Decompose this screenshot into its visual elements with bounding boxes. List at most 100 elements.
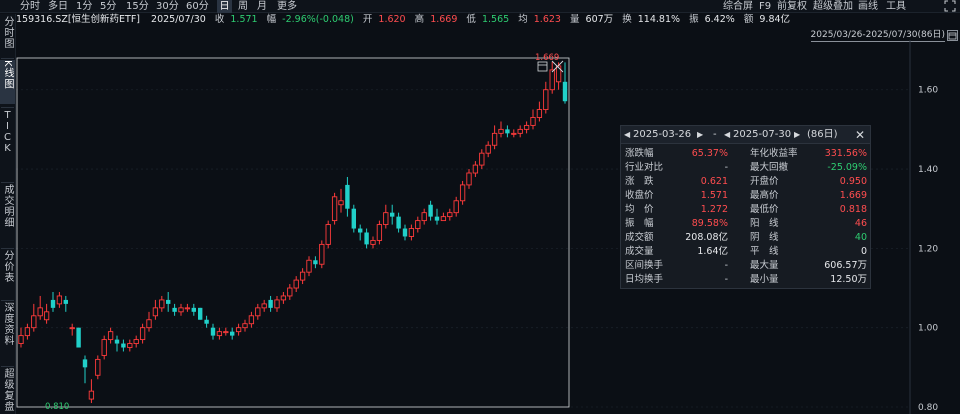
quote-date: 2025/07/30 [151,14,206,25]
amount-value: 9.84亿 [759,14,791,25]
range-stats-panel: ◀ 2025-03-26 ▶ - ◀ 2025-07-30 ▶ (86日) ✕ … [620,125,871,289]
selection-maximize-icon[interactable] [537,61,548,72]
stats-label: 振 幅 [625,218,654,229]
stats-row: 涨跌幅 65.37% 年化收益率 331.56% [621,148,870,160]
period-tab-30min[interactable]: 30分 [156,0,179,13]
range-end-date[interactable]: 2025-07-30 [733,126,791,144]
expand-icon[interactable] [944,0,956,13]
candle [24,323,31,340]
stats-value: 12.50万 [830,274,867,285]
tools-button[interactable]: 工具 [886,0,906,13]
stats-label: 涨 跌 [625,176,654,187]
stats-label: 最小量 [750,274,779,285]
candle [268,295,273,312]
low-label: 低 [466,14,476,25]
stats-label: 涨跌幅 [625,148,654,159]
candle [133,335,139,348]
candle [421,208,427,225]
close-icon[interactable]: ✕ [855,126,865,144]
stats-label: 行业对比 [625,162,664,173]
draw-line-button[interactable]: 画线 [858,0,878,13]
candle [549,61,555,94]
candle [364,228,369,249]
range-selection-box[interactable] [16,57,570,408]
candle [299,268,306,285]
period-tab-15min[interactable]: 15分 [126,0,149,13]
change-label: 幅 [266,14,277,25]
candle [101,335,107,360]
period-tab-more[interactable]: 更多 [277,0,297,13]
candle [459,180,466,205]
sidebar-item-price-table[interactable]: 分价表 [0,250,15,296]
candle [428,200,433,221]
candle [466,169,472,189]
stats-label: 成交额 [625,232,654,243]
candle [121,339,126,352]
period-tab-week[interactable]: 周 [238,0,248,13]
stats-value: 1.272 [700,204,728,215]
candle [127,339,133,352]
candle [146,311,152,332]
period-tab-60min[interactable]: 60分 [186,0,209,13]
candle [370,236,376,249]
super-overlay-button[interactable]: 超级叠加 [813,0,853,13]
close-label: 收 [214,14,225,25]
candle [293,276,299,292]
candle [69,323,75,336]
f9-button[interactable]: F9 [759,0,771,13]
candle [485,141,491,158]
high-label: 高 [414,14,425,25]
candle [434,208,440,225]
amplitude-value: 6.42% [704,14,735,25]
candle [242,319,248,332]
candle [82,355,88,384]
stats-label: 日均换手 [625,274,664,285]
amplitude-label: 振 [689,14,699,25]
y-axis: 1.60 1.40 1.20 1.00 0.80 [909,40,938,414]
y-tick-label: 1.00 [918,324,938,334]
composite-screen-button[interactable]: 综合屏 [723,0,753,13]
sidebar-item-tick[interactable]: TICK [0,110,15,180]
candle [331,192,338,225]
open-value: 1.620 [378,14,406,25]
stats-value: 65.37% [691,148,728,159]
period-tab-multiday[interactable]: 多日 [48,0,68,13]
prev-end-arrow-icon[interactable]: ◀ [724,126,730,144]
next-start-arrow-icon[interactable]: ▶ [697,126,703,144]
candle [472,161,479,177]
sidebar-item-trade-detail[interactable]: 成交明细 [0,184,15,244]
stats-label: 最低价 [750,204,779,215]
candle [358,224,363,241]
forward-adjust-button[interactable]: 前复权 [777,0,807,13]
volume-label: 量 [569,14,580,25]
candle [287,284,293,300]
close-value: 1.571 [230,14,258,25]
period-tab-day[interactable]: 日 [217,0,232,13]
stats-label: 均 价 [625,204,654,215]
period-tab-1min[interactable]: 1分 [76,0,92,13]
high-value: 1.669 [430,14,458,25]
prev-start-arrow-icon[interactable]: ◀ [624,126,630,144]
stats-row: 涨 跌 0.621 开盘价 0.950 [621,176,870,188]
stats-label: 收盘价 [625,190,654,201]
candle [325,220,331,249]
stats-label: 平 线 [750,246,779,257]
candle [402,224,408,241]
stats-value: -25.09% [827,162,867,173]
sidebar-item-intraday[interactable]: 分时图 [0,16,15,56]
next-end-arrow-icon[interactable]: ▶ [794,126,800,144]
candle [415,216,421,233]
candle [536,101,543,122]
range-start-date[interactable]: 2025-03-26 [633,126,691,144]
candle [511,129,517,138]
period-tab-5min[interactable]: 5分 [100,0,116,13]
sidebar-item-super-replay[interactable]: 超级复盘 [0,368,15,414]
sidebar-item-kline[interactable]: K线图 [0,60,15,104]
sidebar-item-depth-data[interactable]: 深度资料 [0,302,15,362]
candle [88,379,95,404]
period-tab-intraday[interactable]: 分时 [20,0,40,13]
period-tab-month[interactable]: 月 [257,0,267,13]
stats-value: - [724,260,728,271]
open-label: 开 [362,14,373,25]
avg-label: 均 [518,14,528,25]
